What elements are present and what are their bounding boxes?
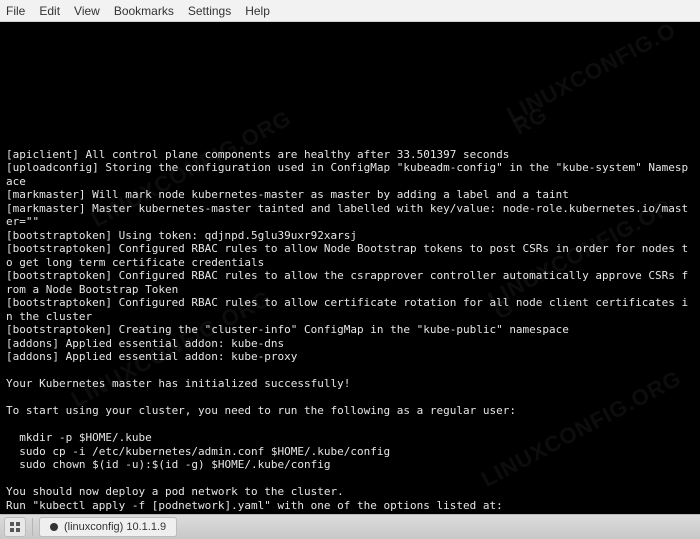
terminal-line: [bootstraptoken] Configured RBAC rules t… [6, 242, 688, 269]
taskbar-launcher-button[interactable] [4, 517, 26, 537]
terminal-app-icon [50, 523, 58, 531]
watermark: LINUXCONFIG.ORG [505, 22, 694, 134]
taskbar-window-title: (linuxconfig) 10.1.1.9 [64, 521, 166, 533]
terminal-line: [markmaster] Master kubernetes-master ta… [6, 202, 688, 229]
terminal-line: Your Kubernetes master has initialized s… [6, 377, 350, 390]
terminal-line: [uploadconfig] Storing the configuration… [6, 161, 688, 188]
taskbar-divider [32, 518, 33, 536]
terminal-line: sudo cp -i /etc/kubernetes/admin.conf $H… [6, 445, 390, 458]
terminal-line: sudo chown $(id -u):$(id -g) $HOME/.kube… [6, 458, 331, 471]
menu-edit[interactable]: Edit [39, 4, 60, 18]
menubar: File Edit View Bookmarks Settings Help [0, 0, 700, 22]
terminal-line: Run "kubectl apply -f [podnetwork].yaml"… [6, 499, 503, 512]
terminal-line: mkdir -p $HOME/.kube [6, 431, 152, 444]
terminal-line: [bootstraptoken] Configured RBAC rules t… [6, 269, 688, 296]
grid-icon [9, 521, 21, 533]
terminal-line: https://kubernetes.io/docs/concepts/clus… [6, 512, 456, 514]
terminal-line: You should now deploy a pod network to t… [6, 485, 344, 498]
menu-bookmarks[interactable]: Bookmarks [114, 4, 174, 18]
menu-settings[interactable]: Settings [188, 4, 231, 18]
terminal-line: To start using your cluster, you need to… [6, 404, 516, 417]
menu-view[interactable]: View [74, 4, 100, 18]
terminal-line: [markmaster] Will mark node kubernetes-m… [6, 188, 569, 201]
terminal[interactable]: LINUXCONFIG.ORG LINUXCONFIG.ORG LINUXCON… [0, 22, 700, 514]
terminal-line: [bootstraptoken] Using token: qdjnpd.5gl… [6, 229, 357, 242]
menu-file[interactable]: File [6, 4, 25, 18]
terminal-line: [bootstraptoken] Configured RBAC rules t… [6, 296, 688, 323]
terminal-line: [addons] Applied essential addon: kube-d… [6, 337, 284, 350]
terminal-line: [bootstraptoken] Creating the "cluster-i… [6, 323, 569, 336]
terminal-line: [apiclient] All control plane components… [6, 148, 509, 161]
terminal-output: [apiclient] All control plane components… [6, 148, 694, 515]
terminal-line: [addons] Applied essential addon: kube-p… [6, 350, 297, 363]
menu-help[interactable]: Help [245, 4, 270, 18]
taskbar-window-button[interactable]: (linuxconfig) 10.1.1.9 [39, 517, 177, 537]
taskbar: (linuxconfig) 10.1.1.9 [0, 514, 700, 539]
